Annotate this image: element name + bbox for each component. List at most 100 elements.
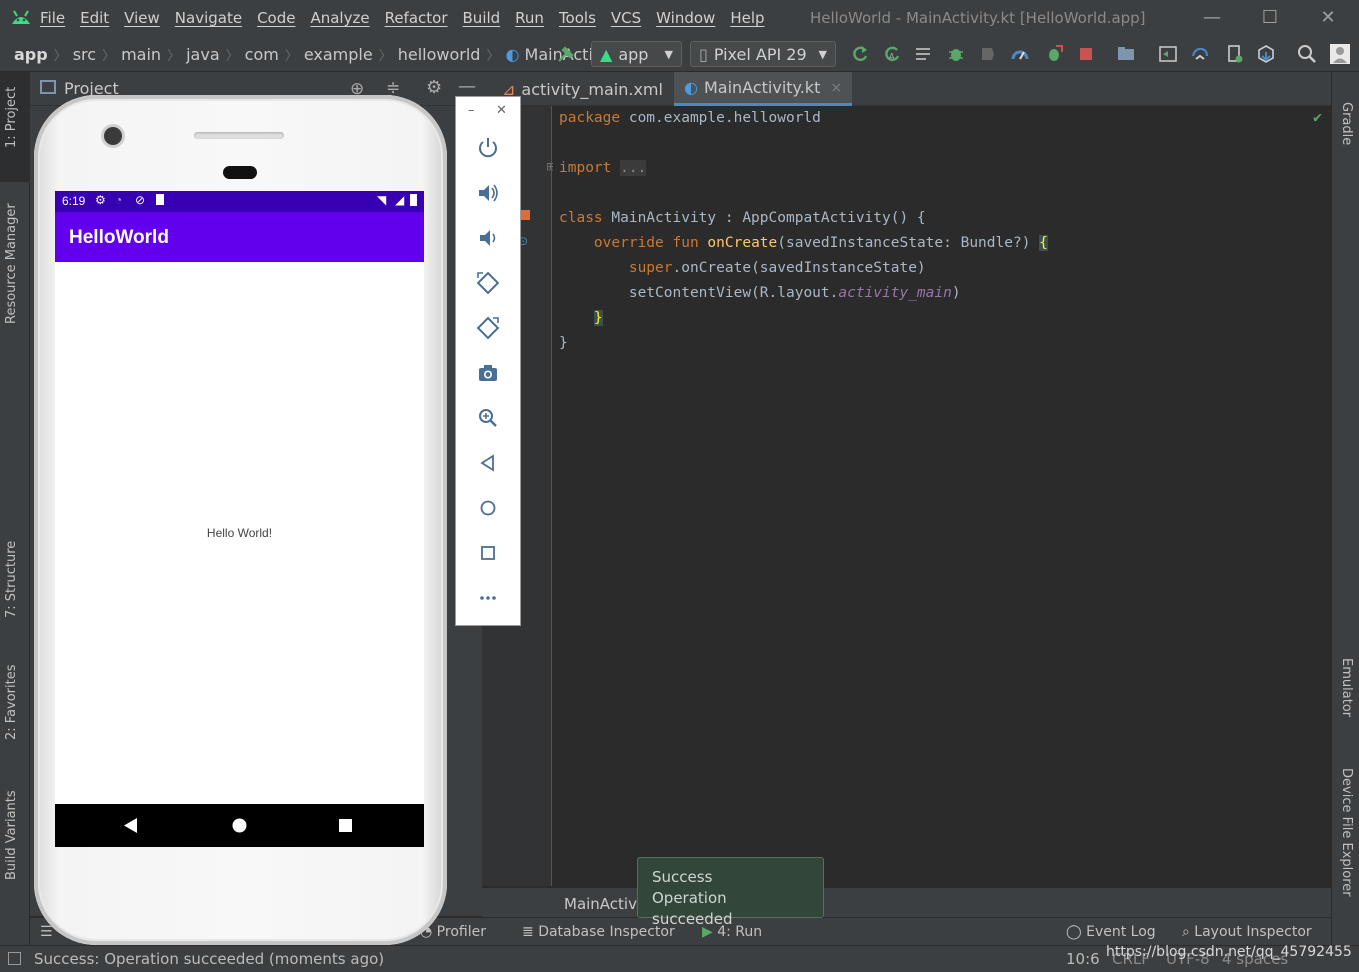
nav-back-icon[interactable] [124, 818, 138, 833]
code-editor[interactable]: package com.example.helloworld import ..… [553, 106, 1331, 886]
tool-event-log[interactable]: ◯ Event Log [1066, 924, 1156, 940]
apply-changes-icon[interactable] [850, 44, 870, 64]
profile-icon[interactable] [1010, 44, 1030, 64]
hide-panel-icon[interactable]: — [458, 76, 476, 97]
crumb-java[interactable]: java [180, 45, 226, 64]
debug-icon[interactable] [946, 44, 966, 64]
apply-code-changes-icon[interactable]: A [882, 44, 902, 64]
crumb-example[interactable]: example [298, 45, 379, 64]
zoom-icon[interactable] [475, 405, 501, 431]
hello-text: Hello World! [206, 526, 273, 540]
sd-card-icon [156, 194, 164, 205]
editor-crumb-class[interactable]: MainActivi [564, 895, 641, 913]
tab-project[interactable]: 1: Project [4, 87, 19, 148]
gear-icon[interactable]: ⚙ [426, 77, 442, 98]
toggle-tool-windows-icon[interactable] [8, 952, 21, 965]
folded-imports[interactable]: ... [620, 160, 647, 176]
hammer-icon[interactable] [556, 44, 576, 64]
notification-balloon[interactable]: Success Operation succeeded [637, 857, 824, 928]
minimize-button[interactable]: — [1192, 4, 1232, 32]
menu-refactor[interactable]: Refactor [385, 9, 448, 27]
tab-mainactivity-kt[interactable]: ◐ MainActivity.kt × [674, 72, 853, 106]
nav-home-icon[interactable] [232, 818, 247, 833]
code-line-6: override fun onCreate(savedInstanceState… [593, 235, 1048, 251]
status-message[interactable]: Success: Operation succeeded (moments ag… [34, 950, 384, 968]
code-line-1: package com.example.helloworld [559, 110, 821, 126]
project-structure-icon[interactable] [1116, 44, 1136, 64]
tab-resource-manager[interactable]: Resource Manager [4, 203, 19, 324]
tool-layout-inspector[interactable]: ⌕ Layout Inspector [1182, 924, 1312, 940]
home-icon[interactable] [475, 495, 501, 521]
avd-manager-icon[interactable] [1224, 44, 1244, 64]
camera-icon[interactable] [475, 360, 501, 386]
more-icon[interactable] [475, 585, 501, 611]
nav-overview-icon[interactable] [339, 819, 352, 832]
menu-navigate[interactable]: Navigate [175, 9, 242, 27]
emulator-toolbar: – ✕ [455, 96, 521, 626]
phone-clock: 6:19 [62, 194, 86, 208]
maximize-button[interactable]: ☐ [1250, 4, 1290, 32]
back-icon[interactable] [475, 450, 501, 476]
volume-up-icon[interactable] [475, 180, 501, 206]
coverage-icon[interactable] [978, 44, 998, 64]
sync-gradle-icon[interactable] [1190, 44, 1210, 64]
run-list-icon[interactable] [914, 44, 934, 64]
tab-device-file-explorer[interactable]: Device File Explorer [1339, 768, 1354, 897]
menu-run[interactable]: Run [515, 9, 544, 27]
watermark-text: https://blog.csdn.net/qq_45792455 [1106, 944, 1352, 960]
android-icon: ▲ [600, 44, 613, 64]
menu-vcs[interactable]: VCS [611, 9, 641, 27]
menu-file[interactable]: File [40, 9, 65, 27]
tab-build-variants[interactable]: Build Variants [4, 790, 19, 880]
crumb-helloworld[interactable]: helloworld [392, 45, 487, 64]
kotlin-file-icon: ◐ [684, 78, 698, 97]
emulator-close-button[interactable]: ✕ [496, 103, 507, 118]
tab-activity-main-xml[interactable]: ⊿ activity_main.xml × [492, 72, 695, 106]
project-view-icon [40, 80, 56, 94]
balloon-title: Success [652, 868, 713, 886]
volume-down-icon[interactable] [475, 225, 501, 251]
layout-editor-icon[interactable] [1158, 44, 1178, 64]
menu-view[interactable]: View [124, 9, 160, 27]
device-select[interactable]: ▯ Pixel API 29 ▼ [690, 41, 836, 67]
overview-icon[interactable] [475, 540, 501, 566]
crumb-src[interactable]: src [67, 45, 102, 64]
emulator-minimize-button[interactable]: – [468, 103, 475, 118]
menu-tools[interactable]: Tools [559, 9, 596, 27]
inspection-ok-icon[interactable]: ✔ [1313, 108, 1322, 126]
tab-emulator[interactable]: Emulator [1339, 658, 1354, 717]
stop-icon[interactable] [1076, 44, 1096, 64]
tool-profiler[interactable]: ◔ Profiler [420, 924, 486, 940]
crumb-main[interactable]: main [115, 45, 167, 64]
crumb-com[interactable]: com [239, 45, 285, 64]
close-tab-icon[interactable]: × [830, 80, 842, 96]
chevron-down-icon: ▼ [818, 47, 827, 61]
phone-screen[interactable]: 6:19 ⚙ ◔ ⊘ ◥ ◢ HelloWorld Hello World! [55, 191, 424, 847]
menu-window[interactable]: Window [656, 9, 715, 27]
power-icon[interactable] [475, 135, 501, 161]
todo-icon[interactable]: ☰ [40, 924, 53, 940]
account-icon[interactable] [1330, 44, 1350, 64]
code-line-8: setContentView(R.layout.activity_main) [628, 285, 961, 301]
tab-structure[interactable]: 7: Structure [4, 541, 19, 618]
tab-gradle[interactable]: Gradle [1339, 102, 1354, 145]
caret-position[interactable]: 10:6 [1066, 950, 1100, 968]
search-icon[interactable] [1297, 44, 1317, 64]
menu-analyze[interactable]: Analyze [310, 9, 369, 27]
run-gutter-icon[interactable] [520, 210, 530, 220]
menu-build[interactable]: Build [463, 9, 501, 27]
crumb-app[interactable]: app [8, 45, 54, 64]
attach-debugger-icon[interactable] [1044, 44, 1064, 64]
sdk-manager-icon[interactable] [1256, 44, 1276, 64]
menu-help[interactable]: Help [730, 9, 764, 27]
rotate-right-icon[interactable] [475, 315, 501, 341]
menu-edit[interactable]: Edit [80, 9, 109, 27]
menu-code[interactable]: Code [257, 9, 295, 27]
tab-favorites[interactable]: 2: Favorites [4, 664, 19, 740]
rotate-left-icon[interactable] [475, 270, 501, 296]
close-window-button[interactable]: ✕ [1308, 4, 1348, 32]
title-bar: File Edit View Navigate Code Analyze Ref… [0, 0, 1359, 36]
front-camera [104, 127, 122, 145]
device-icon: ▯ [699, 44, 708, 64]
run-config-select[interactable]: ▲ app ▼ [591, 41, 682, 67]
